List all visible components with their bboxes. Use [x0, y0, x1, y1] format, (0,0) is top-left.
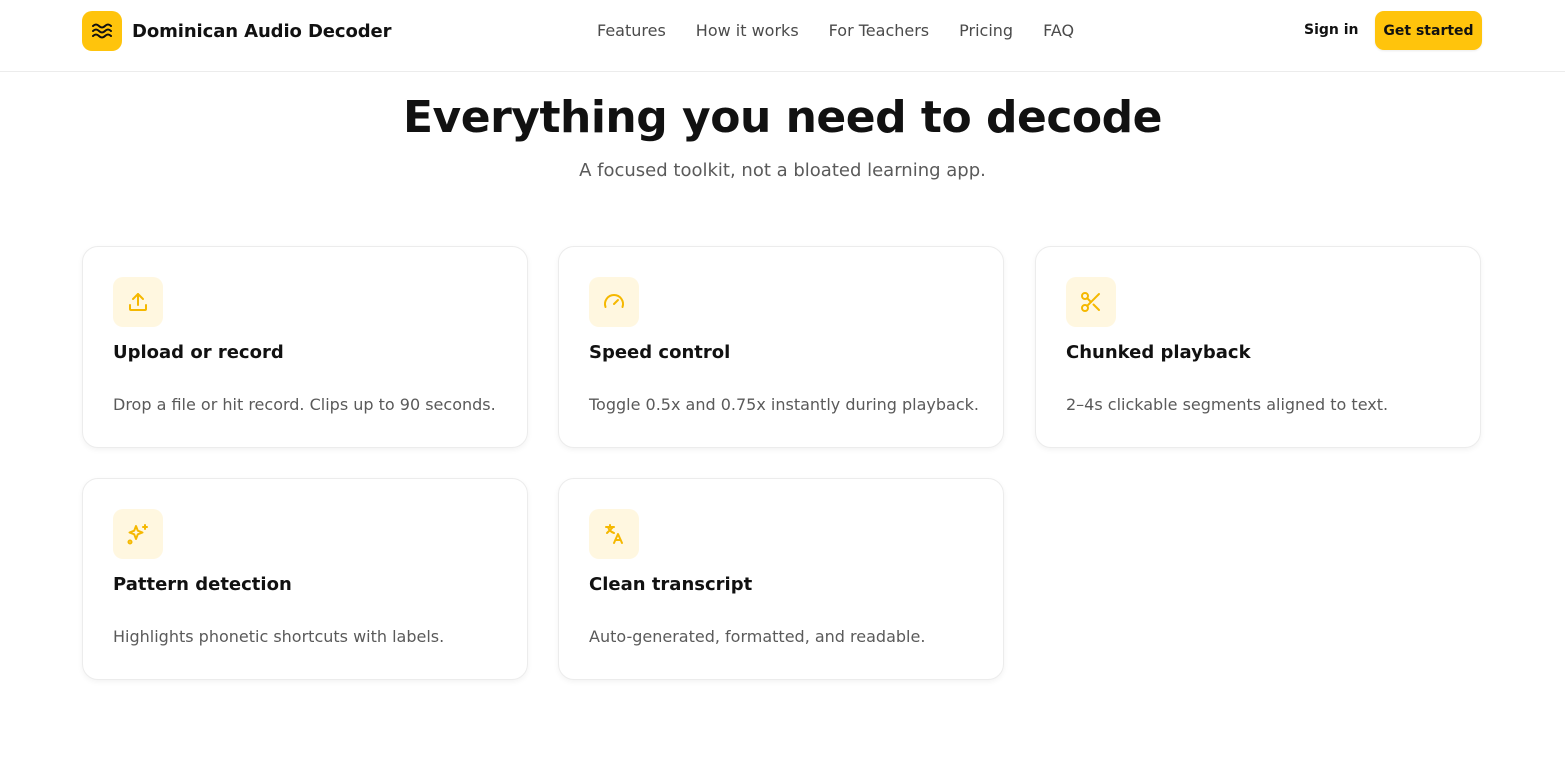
feature-card-speed: Speed control Toggle 0.5x and 0.75x inst… — [558, 246, 1004, 448]
feature-title: Chunked playback — [1066, 342, 1251, 363]
section-subtitle: A focused toolkit, not a bloated learnin… — [579, 160, 986, 181]
feature-title: Pattern detection — [113, 574, 292, 595]
feature-card-transcript: Clean transcript Auto-generated, formatt… — [558, 478, 1004, 680]
waves-icon — [82, 11, 122, 51]
nav-features[interactable]: Features — [597, 21, 666, 40]
feature-description: Drop a file or hit record. Clips up to 9… — [113, 395, 496, 414]
nav-faq[interactable]: FAQ — [1043, 21, 1074, 40]
main-nav: Features How it works For Teachers Prici… — [597, 21, 1074, 40]
translate-icon — [589, 509, 639, 559]
feature-description: Toggle 0.5x and 0.75x instantly during p… — [589, 395, 979, 414]
feature-description: Auto-generated, formatted, and readable. — [589, 627, 926, 646]
nav-for-teachers[interactable]: For Teachers — [829, 21, 929, 40]
feature-description: Highlights phonetic shortcuts with label… — [113, 627, 445, 646]
upload-icon — [113, 277, 163, 327]
feature-card-pattern: Pattern detection Highlights phonetic sh… — [82, 478, 528, 680]
brand-link[interactable]: Dominican Audio Decoder — [82, 11, 392, 51]
feature-title: Clean transcript — [589, 574, 753, 595]
get-started-button[interactable]: Get started — [1375, 11, 1482, 50]
brand-name: Dominican Audio Decoder — [132, 20, 392, 42]
nav-how-it-works[interactable]: How it works — [696, 21, 799, 40]
feature-description: 2–4s clickable segments aligned to text. — [1066, 395, 1389, 414]
sparkles-icon — [113, 509, 163, 559]
scissors-icon — [1066, 277, 1116, 327]
gauge-icon — [589, 277, 639, 327]
feature-card-upload: Upload or record Drop a file or hit reco… — [82, 246, 528, 448]
feature-title: Upload or record — [113, 342, 284, 363]
nav-pricing[interactable]: Pricing — [959, 21, 1013, 40]
feature-card-chunked: Chunked playback 2–4s clickable segments… — [1035, 246, 1481, 448]
feature-title: Speed control — [589, 342, 731, 363]
sign-in-link[interactable]: Sign in — [1304, 22, 1359, 38]
site-header: Dominican Audio Decoder Features How it … — [0, 0, 1565, 72]
section-title: Everything you need to decode — [403, 92, 1162, 143]
